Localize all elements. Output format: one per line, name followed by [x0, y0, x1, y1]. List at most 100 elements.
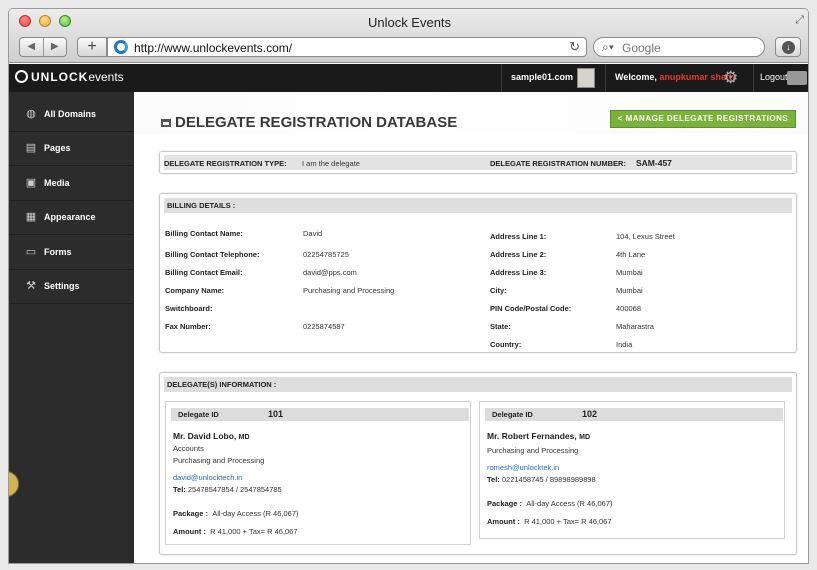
billing-value: david@pps.com: [303, 268, 357, 277]
appearance-icon: ▦: [25, 211, 37, 223]
search-field[interactable]: ⌕▾ Google: [593, 37, 765, 57]
delegate-card: Delegate ID 102 Mr. Robert Fernandes, MD…: [479, 401, 785, 539]
history-nav: ◀ ▶: [19, 37, 67, 57]
address-label: Address Line 3:: [490, 268, 547, 277]
delegate-id-bar: Delegate ID 101: [171, 408, 469, 421]
billing-value: Purchasing and Processing: [303, 286, 395, 295]
delegate-amount-value: R 41,000 + Tax= R 46,067: [210, 527, 298, 536]
address-value: India: [616, 340, 633, 349]
sidebar-item-label: Settings: [44, 281, 80, 291]
site-name: sample01.com: [511, 72, 574, 82]
delegates-heading: DELEGATE(S) INFORMATION :: [164, 377, 792, 392]
logo-text: UNLOCK: [31, 70, 89, 84]
browser-window: Unlock Events ⤢ ◀ ▶ + http://www.unlocke…: [8, 8, 809, 564]
billing-label: Billing Contact Name:: [165, 229, 243, 238]
logout-icon: [787, 71, 807, 85]
sidebar-item-forms[interactable]: ▭ Forms: [9, 236, 134, 270]
sidebar-item-label: Forms: [44, 247, 72, 257]
fullscreen-icon[interactable]: ⤢: [795, 14, 804, 27]
delegate-tel-value: 25478547854 / 2547854785: [187, 485, 282, 494]
sidebar: ◍ All Domains ▤ Pages ▣ Media ▦ Appearan…: [9, 92, 134, 563]
app-logo[interactable]: UNLOCKevents: [15, 70, 124, 84]
billing-label: Fax Number:: [165, 322, 211, 331]
address-label: Address Line 2:: [490, 250, 547, 259]
delegate-department: Accounts: [173, 444, 204, 453]
user-menu[interactable]: Welcome, anupkumar shetty ⚙: [605, 64, 745, 92]
delegate-tel-label: Tel:: [173, 485, 186, 494]
main-content: DELEGATE REGISTRATION DATABASE < MANAGE …: [134, 92, 808, 563]
reload-icon[interactable]: ↻: [569, 39, 580, 55]
delegate-id-label: Delegate ID: [492, 410, 533, 419]
logout-button[interactable]: Logout: [753, 64, 808, 92]
address-value: 4th Lane: [616, 250, 646, 259]
delegate-email-link[interactable]: david@unlocktech.in: [173, 473, 242, 482]
welcome-text: Welcome, anupkumar shetty: [615, 72, 737, 82]
sidebar-item-media[interactable]: ▣ Media: [9, 167, 134, 201]
sidebar-item-label: Media: [44, 178, 70, 188]
address-label: Address Line 1:: [490, 232, 547, 241]
delegate-id-label: Delegate ID: [178, 410, 219, 419]
back-icon[interactable]: ◀: [20, 38, 44, 56]
logo-ring-icon: [15, 70, 28, 83]
delegate-id-value: 102: [582, 409, 598, 419]
delegate-tel: Tel: 0221458745 / 89898989898: [487, 475, 596, 484]
sidebar-item-settings[interactable]: ⚒ Settings: [9, 270, 134, 304]
delegate-amount: Amount : R 41,000 + Tax= R 46,067: [173, 527, 298, 536]
registration-type-label: DELEGATE REGISTRATION TYPE:: [164, 159, 287, 168]
billing-label: Billing Contact Telephone:: [165, 250, 260, 259]
address-value: Mumbai: [616, 268, 643, 277]
billing-heading: BILLING DETAILS :: [164, 198, 792, 213]
delegate-amount-label: Amount :: [487, 517, 520, 526]
gear-icon[interactable]: ⚙: [723, 68, 738, 88]
billing-details-panel: BILLING DETAILS : Billing Contact Name: …: [159, 193, 797, 353]
address-value: 400068: [616, 304, 642, 313]
avatar: [577, 68, 595, 88]
sidebar-item-label: Appearance: [44, 212, 96, 222]
delegate-card: Delegate ID 101 Mr. David Lobo, MD Accou…: [165, 401, 471, 545]
address-value: Mumbai: [616, 286, 643, 295]
address-label: City:: [490, 286, 507, 295]
window-title: Unlock Events: [367, 15, 452, 30]
forward-icon[interactable]: ▶: [44, 38, 67, 56]
downloads-button[interactable]: ↓: [775, 37, 801, 57]
url-text[interactable]: http://www.unlockevents.com/: [134, 41, 292, 55]
add-bookmark-button[interactable]: +: [77, 37, 107, 57]
settings-icon: ⚒: [26, 280, 36, 292]
browser-toolbar: Unlock Events ⤢ ◀ ▶ + http://www.unlocke…: [9, 9, 808, 63]
delegate-package-value: All-day Access (R 46,067): [526, 499, 613, 508]
search-icon: ⌕▾: [602, 40, 614, 54]
sidebar-item-pages[interactable]: ▤ Pages: [9, 132, 134, 166]
sidebar-item-all-domains[interactable]: ◍ All Domains: [9, 98, 134, 132]
sidebar-item-label: Pages: [44, 143, 71, 153]
delegate-package: Package : All-day Access (R 46,067): [173, 509, 299, 518]
delegate-company: Purchasing and Processing: [173, 456, 265, 465]
registration-summary: DELEGATE REGISTRATION TYPE: I am the del…: [159, 151, 797, 174]
registration-number-label: DELEGATE REGISTRATION NUMBER:: [490, 159, 626, 168]
logo-text-light: events: [88, 70, 124, 84]
pages-icon: ▤: [25, 142, 37, 154]
delegate-amount-label: Amount :: [173, 527, 206, 536]
delegate-package-label: Package :: [173, 509, 209, 518]
delegate-email-link[interactable]: romesh@unlocktek.in: [487, 463, 559, 472]
delegates-panel: DELEGATE(S) INFORMATION : Delegate ID 10…: [159, 372, 797, 555]
delegate-amount: Amount : R 41,000 + Tax= R 46,067: [487, 517, 612, 526]
address-bar[interactable]: http://www.unlockevents.com/ ↻: [107, 37, 587, 57]
welcome-prefix: Welcome,: [615, 72, 657, 82]
sidebar-item-appearance[interactable]: ▦ Appearance: [9, 201, 134, 235]
globe-icon: ◍: [26, 108, 36, 120]
billing-value: 02254785725: [303, 250, 349, 259]
delegate-package: Package : All-day Access (R 46,067): [487, 499, 613, 508]
delegate-amount-value: R 41,000 + Tax= R 46,067: [524, 517, 612, 526]
delegate-company: Purchasing and Processing: [487, 446, 579, 455]
address-label: PIN Code/Postal Code:: [490, 304, 572, 313]
delegate-suffix: MD: [238, 434, 250, 441]
address-value: Maharastra: [616, 322, 654, 331]
manage-registrations-button[interactable]: < MANAGE DELEGATE REGISTRATIONS: [610, 110, 796, 128]
site-switcher[interactable]: sample01.com: [501, 64, 601, 92]
forms-icon: ▭: [25, 246, 37, 258]
billing-label: Switchboard:: [165, 304, 213, 313]
delegate-name: Mr. Robert Fernandes, MD: [487, 431, 590, 441]
delegate-package-label: Package :: [487, 499, 523, 508]
delegate-name-text: Mr. Robert Fernandes,: [487, 431, 577, 441]
page-title: DELEGATE REGISTRATION DATABASE: [175, 114, 458, 131]
